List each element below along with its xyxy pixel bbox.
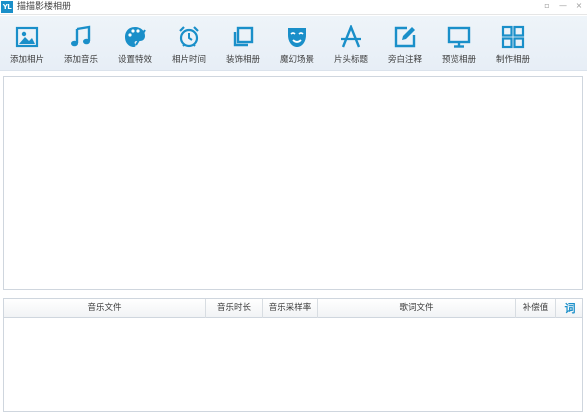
- palette-icon: [108, 24, 162, 50]
- opening-title-button[interactable]: 片头标题: [324, 16, 378, 71]
- edit-note-icon: [378, 24, 432, 50]
- theater-mask-icon: [270, 24, 324, 50]
- decorate-album-button[interactable]: 装饰相册: [216, 16, 270, 71]
- title-bar: YL 描描影楼相册 ▫ — ×: [0, 0, 587, 15]
- copy-frame-icon: [216, 24, 270, 50]
- music-table-header: 音乐文件 音乐时长 音乐采样率 歌词文件 补偿值 词: [4, 299, 582, 318]
- narration-note-label: 旁白注释: [387, 55, 422, 65]
- close-button[interactable]: ×: [573, 0, 585, 12]
- narration-note-button[interactable]: 旁白注释: [378, 16, 432, 71]
- add-photo-label: 添加相片: [9, 55, 44, 65]
- grid-icon: [486, 24, 540, 50]
- preview-album-button[interactable]: 预览相册: [432, 16, 486, 71]
- main-toolbar: 添加相片 添加音乐 设置特效 相片时间 装饰相册 魔幻场景 片头标题 旁白注释 …: [0, 16, 587, 71]
- add-photo-button[interactable]: 添加相片: [0, 16, 54, 71]
- alarm-clock-icon: [162, 24, 216, 50]
- add-music-button[interactable]: 添加音乐: [54, 16, 108, 71]
- column-music-file[interactable]: 音乐文件: [4, 299, 206, 318]
- make-album-button[interactable]: 制作相册: [486, 16, 540, 71]
- column-lyrics-file[interactable]: 歌词文件: [318, 299, 516, 318]
- photo-preview-area[interactable]: [3, 76, 583, 290]
- column-compensation[interactable]: 补偿值: [516, 299, 556, 318]
- music-note-icon: [54, 24, 108, 50]
- lyrics-button[interactable]: 词: [558, 299, 582, 318]
- column-music-duration[interactable]: 音乐时长: [206, 299, 263, 318]
- window-title: 描描影楼相册: [17, 2, 72, 12]
- set-effects-button[interactable]: 设置特效: [108, 16, 162, 71]
- app-logo: YL: [1, 1, 13, 13]
- magic-scene-label: 魔幻场景: [279, 55, 314, 65]
- photo-time-label: 相片时间: [171, 55, 206, 65]
- music-list-table[interactable]: 音乐文件 音乐时长 音乐采样率 歌词文件 补偿值 词: [3, 298, 583, 412]
- minimize-button[interactable]: —: [557, 0, 569, 12]
- opening-title-label: 片头标题: [333, 55, 368, 65]
- add-music-label: 添加音乐: [63, 55, 98, 65]
- title-a-icon: [324, 24, 378, 50]
- photo-time-button[interactable]: 相片时间: [162, 16, 216, 71]
- decorate-album-label: 装饰相册: [225, 55, 260, 65]
- preview-album-label: 预览相册: [441, 55, 476, 65]
- make-album-label: 制作相册: [495, 55, 530, 65]
- monitor-icon: [432, 24, 486, 50]
- skin-button[interactable]: ▫: [541, 0, 553, 12]
- set-effects-label: 设置特效: [117, 55, 152, 65]
- add-photo-icon: [0, 24, 54, 50]
- column-sample-rate[interactable]: 音乐采样率: [263, 299, 318, 318]
- magic-scene-button[interactable]: 魔幻场景: [270, 16, 324, 71]
